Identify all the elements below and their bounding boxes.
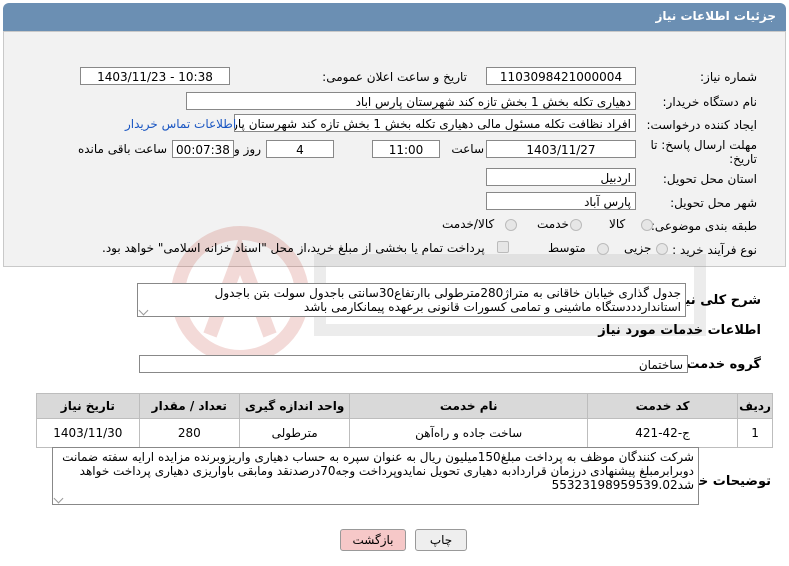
service-group-field: ساختمان	[139, 355, 688, 373]
remaining-time-field: 00:07:38	[172, 140, 234, 158]
province-label: استان محل تحویل:	[662, 172, 757, 186]
cell-need-date: 1403/11/30	[36, 418, 140, 448]
purchase-type-label: نوع فرآیند خرید :	[672, 243, 757, 257]
category-label: طبقه بندی موضوعی:	[650, 219, 757, 233]
category-option-goods-service: کالا/خدمت	[442, 217, 495, 231]
buyer-notes-textarea: شرکت کنندگان موظف به پرداخت مبلغ150میلیو…	[52, 447, 699, 505]
cell-unit: مترطولی	[238, 418, 351, 448]
province-field: اردبیل	[486, 168, 636, 186]
creator-field: افراد نظافت تکله مسئول مالی دهیاری تکله …	[234, 114, 636, 132]
category-option-goods: کالا	[609, 217, 626, 231]
purchase-radio-minor[interactable]	[656, 243, 668, 255]
back-button[interactable]: بازگشت	[340, 529, 406, 551]
description-text: جدول گذاری خیابان خاقانی به متراژ280مترط…	[214, 286, 681, 314]
city-label: شهر محل تحویل:	[670, 196, 757, 210]
table-row: 1403/11/30 280 مترطولی ساخت جاده و راه‌آ…	[36, 418, 773, 448]
cell-row-number: 1	[737, 418, 773, 448]
category-radio-goods-service[interactable]	[505, 219, 517, 231]
creator-label: ایجاد کننده درخواست:	[646, 118, 757, 132]
table-header-row: تاریخ نیاز تعداد / مقدار واحد اندازه گیر…	[36, 393, 773, 419]
buyer-notes-text: شرکت کنندگان موظف به پرداخت مبلغ150میلیو…	[62, 450, 694, 492]
col-service-code: کد خدمت	[587, 393, 739, 419]
services-section-title: اطلاعات خدمات مورد نیاز	[598, 323, 761, 338]
remaining-days-field: 4	[266, 140, 334, 158]
col-service-name: نام خدمت	[349, 393, 589, 419]
purchase-option-medium: متوسط	[548, 241, 586, 255]
print-button[interactable]: چاپ	[415, 529, 467, 551]
page-header: جزئیات اطلاعات نیاز	[3, 3, 786, 31]
treasury-payment-checkbox[interactable]	[497, 241, 509, 253]
service-group-label: گروه خدمت:	[681, 357, 761, 372]
col-need-date: تاریخ نیاز	[36, 393, 140, 419]
announce-datetime-label: تاریخ و ساعت اعلان عمومی:	[322, 70, 467, 84]
col-quantity: تعداد / مقدار	[138, 393, 240, 419]
resize-handle-icon	[53, 493, 64, 504]
buyer-org-field: دهیاری تکله بخش 1 بخش تازه کند شهرستان پ…	[186, 92, 636, 110]
resize-handle-icon	[138, 305, 149, 316]
city-field: پارس آباد	[486, 192, 636, 210]
deadline-label: مهلت ارسال پاسخ: تا	[650, 138, 757, 152]
remaining-time-label: ساعت باقی مانده	[77, 142, 167, 156]
purchase-radio-medium[interactable]	[597, 243, 609, 255]
description-textarea: جدول گذاری خیابان خاقانی به متراژ280مترط…	[137, 283, 686, 317]
services-table: تاریخ نیاز تعداد / مقدار واحد اندازه گیر…	[36, 393, 773, 448]
treasury-payment-note: پرداخت تمام یا بخشی از مبلغ خرید،از محل …	[102, 241, 485, 255]
buyer-contact-link[interactable]: اطلاعات تماس خریدار	[125, 117, 236, 131]
cell-service-code: ج-42-421	[587, 418, 739, 448]
announce-datetime-field: 1403/11/23 - 10:38	[80, 67, 230, 85]
cell-service-name: ساخت جاده و راه‌آهن	[349, 418, 589, 448]
need-number-field: 1103098421000004	[486, 67, 636, 85]
buyer-org-label: نام دستگاه خریدار:	[662, 95, 758, 109]
col-row-number: ردیف	[737, 393, 773, 419]
category-option-service: خدمت	[537, 217, 569, 231]
cell-quantity: 280	[138, 418, 240, 448]
deadline-time-field: 11:00	[372, 140, 440, 158]
need-number-label: شماره نیاز:	[700, 70, 757, 84]
deadline-date-field: 1403/11/27	[486, 140, 636, 158]
remaining-days-label: روز و	[234, 142, 261, 156]
deadline-label-date: تاریخ:	[729, 152, 757, 166]
category-radio-goods[interactable]	[641, 219, 653, 231]
purchase-option-minor: جزیی	[624, 241, 652, 255]
deadline-time-label: ساعت	[451, 142, 484, 156]
page-title: جزئیات اطلاعات نیاز	[655, 9, 776, 23]
category-radio-service[interactable]	[570, 219, 582, 231]
col-unit: واحد اندازه گیری	[238, 393, 351, 419]
